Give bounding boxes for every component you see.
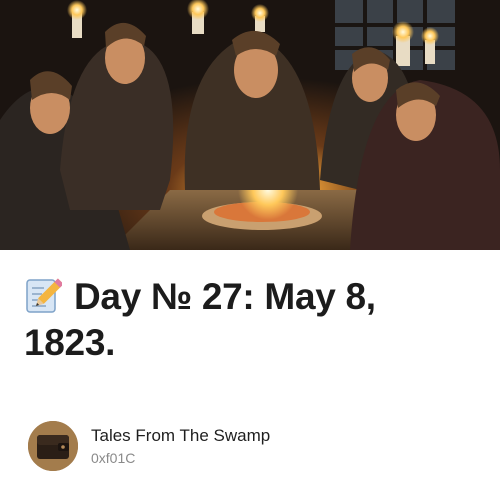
cover-image	[0, 0, 500, 250]
author-name[interactable]: Tales From The Swamp	[91, 425, 270, 447]
post-title: Day № 27: May 8, 1823.	[24, 274, 476, 366]
author-handle: 0xf01C	[91, 449, 136, 466]
author-card[interactable]: Tales From The Swamp 0xf01C	[28, 421, 270, 471]
post-title-text: Day № 27: May 8, 1823.	[24, 276, 376, 363]
memo-icon	[24, 276, 64, 314]
wallet-avatar[interactable]	[28, 421, 78, 471]
